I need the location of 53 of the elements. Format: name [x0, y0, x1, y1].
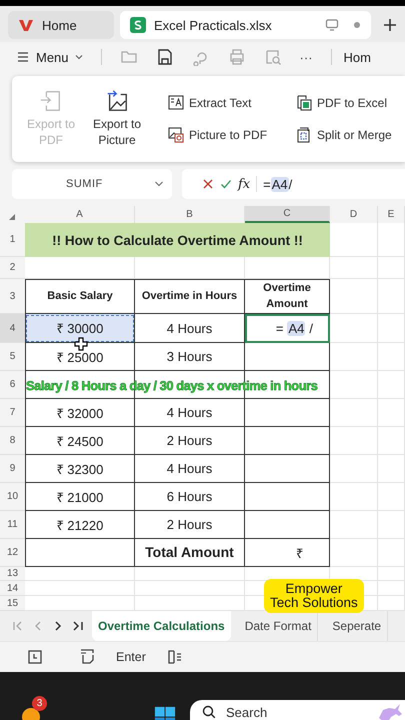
- document-tab[interactable]: Excel Practicals.xlsx: [120, 11, 371, 39]
- table-cell: 4 Hours: [135, 399, 245, 427]
- row-header[interactable]: 4: [0, 314, 25, 343]
- brand-badge: Empower Tech Solutions: [264, 579, 364, 614]
- row-header[interactable]: 12: [0, 539, 25, 567]
- title-cell: !! How to Calculate Overtime Amount !!: [25, 223, 330, 257]
- row-header[interactable]: 7: [0, 399, 25, 427]
- row-header[interactable]: 11: [0, 511, 25, 539]
- search-input[interactable]: Search: [224, 704, 338, 720]
- ribbon-button[interactable]: PDF to Excel: [296, 95, 405, 111]
- notification-badge: 3: [32, 696, 47, 711]
- column-header[interactable]: C: [245, 206, 330, 223]
- column-header[interactable]: D: [330, 206, 378, 223]
- row-header[interactable]: 2: [0, 257, 25, 279]
- menu-button[interactable]: Menu: [16, 50, 83, 64]
- header-cell: Overtime Amount: [245, 279, 330, 314]
- export-button[interactable]: Export to Picture: [86, 89, 148, 149]
- table-cell: 4 Hours: [135, 455, 245, 483]
- row-header[interactable]: 14: [0, 581, 25, 596]
- column-header[interactable]: E: [378, 206, 405, 223]
- total-label: Total Amount: [135, 539, 245, 567]
- total-value: ₹: [245, 539, 330, 567]
- table-cell: ₹ 21220: [25, 511, 135, 539]
- search-field[interactable]: Search: [190, 700, 405, 720]
- ribbon-button[interactable]: Picture to PDF: [168, 127, 296, 143]
- name-box[interactable]: SUMIF: [12, 169, 172, 199]
- function-button[interactable]: fx: [238, 176, 250, 192]
- formula-text: =A4/: [263, 176, 292, 192]
- row-header[interactable]: 10: [0, 483, 25, 511]
- row-header[interactable]: 8: [0, 427, 25, 455]
- editing-cell[interactable]: = A4 /: [245, 314, 330, 343]
- more-icon[interactable]: ···: [300, 50, 313, 64]
- row-header[interactable]: 5: [0, 343, 25, 371]
- header-cell: Basic Salary: [25, 279, 135, 314]
- enter-button[interactable]: Enter: [116, 650, 146, 664]
- ribbon-button[interactable]: Split or Merge: [296, 127, 405, 143]
- table-cell: ₹ 30000: [25, 314, 135, 343]
- row-header[interactable]: 13: [0, 567, 25, 581]
- table-cell: 2 Hours: [135, 427, 245, 455]
- table-cell: 4 Hours: [135, 314, 245, 343]
- row-header[interactable]: 9: [0, 455, 25, 483]
- ribbon-button[interactable]: Extract Text: [168, 95, 296, 111]
- document-tab[interactable]: Home: [8, 11, 114, 39]
- ribbon-tab[interactable]: Hom: [344, 50, 371, 64]
- table-cell: 6 Hours: [135, 483, 245, 511]
- table-cell: ₹ 32000: [25, 399, 135, 427]
- header-cell: Overtime in Hours: [135, 279, 245, 314]
- table-cell: 2 Hours: [135, 511, 245, 539]
- sheet-tab[interactable]: Overtime Calculations: [92, 611, 231, 641]
- table-cell: ₹ 24500: [25, 427, 135, 455]
- table-cell: ₹ 21000: [25, 483, 135, 511]
- formula-field[interactable]: fx =A4/: [182, 169, 405, 199]
- table-cell: ₹ 32300: [25, 455, 135, 483]
